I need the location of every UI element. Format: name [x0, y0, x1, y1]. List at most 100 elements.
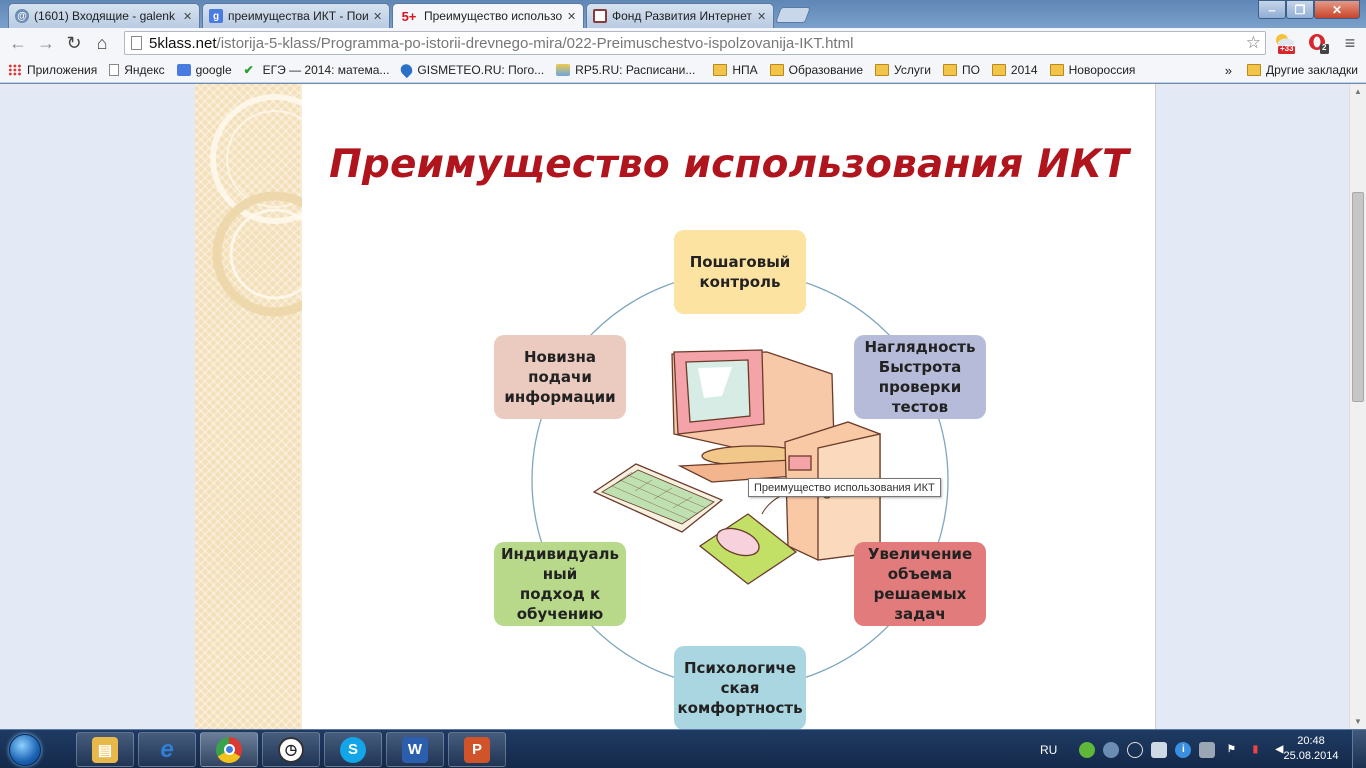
- node-novelty: Новизна подачи информации: [494, 335, 626, 419]
- folder-icon: [875, 64, 890, 76]
- clock-app-icon: ◷: [278, 736, 304, 763]
- tab-internet-fund[interactable]: Фонд Развития Интернет ✕: [586, 3, 774, 28]
- taskbar-explorer[interactable]: ▤: [76, 732, 134, 767]
- minimize-button[interactable]: ‒: [1258, 0, 1286, 19]
- node-psychological-comfort: Психологиче ская комфортность: [674, 646, 806, 729]
- bookmark-folder[interactable]: Образование: [769, 63, 864, 77]
- bookmark-item[interactable]: RP5.RU: Расписани...: [556, 63, 695, 77]
- url-path: /istorija-5-klass/Programma-po-istorii-d…: [216, 34, 854, 52]
- mail-icon: @: [15, 9, 29, 23]
- close-icon[interactable]: ✕: [567, 10, 577, 23]
- bookmark-item[interactable]: ✔ ЕГЭ — 2014: матема...: [244, 63, 390, 77]
- taskbar-chrome[interactable]: [200, 732, 258, 767]
- node-volume-increase: Увеличение объема решаемых задач: [854, 542, 986, 626]
- close-window-button[interactable]: ✕: [1314, 0, 1360, 19]
- bookmark-item[interactable]: Яндекс: [109, 63, 165, 77]
- tab-label: Преимущество использо: [424, 9, 563, 23]
- close-icon[interactable]: ✕: [183, 10, 193, 23]
- menu-icon[interactable]: ≡: [1338, 31, 1362, 55]
- close-icon[interactable]: ✕: [373, 10, 383, 23]
- folder-icon: [1247, 64, 1262, 76]
- tab-inbox[interactable]: @ (1601) Входящие - galenk ✕: [8, 3, 200, 28]
- show-desktop-button[interactable]: [1352, 730, 1366, 768]
- scrollbar-thumb[interactable]: [1352, 192, 1364, 402]
- taskbar-skype[interactable]: S: [324, 732, 382, 767]
- bookmark-label: Яндекс: [124, 63, 165, 77]
- weather-extension-icon[interactable]: +33: [1272, 31, 1296, 55]
- bookmark-label: Другие закладки: [1266, 63, 1358, 77]
- forward-button[interactable]: →: [32, 30, 60, 56]
- word-icon: W: [402, 736, 428, 763]
- page-scrollbar[interactable]: ▲ ▼: [1349, 84, 1366, 729]
- weather-drop-icon: [398, 61, 416, 79]
- url-host: 5klass.net: [149, 34, 217, 52]
- other-bookmarks[interactable]: Другие закладки: [1247, 63, 1358, 77]
- bookmark-folder[interactable]: Услуги: [875, 63, 931, 77]
- new-tab-button[interactable]: [775, 7, 811, 23]
- taskbar-word[interactable]: W: [386, 732, 444, 767]
- back-button[interactable]: ←: [4, 30, 32, 56]
- tray-sync-icon[interactable]: [1103, 741, 1120, 758]
- scroll-up-arrow-icon[interactable]: ▲: [1354, 87, 1362, 96]
- tray-flag-icon[interactable]: ⚑: [1223, 742, 1239, 758]
- slide: Преимущество использования ИКТ Пошаговый…: [302, 84, 1156, 729]
- tray-network-icon[interactable]: [1151, 741, 1168, 758]
- close-icon[interactable]: ✕: [757, 10, 767, 23]
- bookmark-label: ЕГЭ — 2014: матема...: [262, 63, 390, 77]
- bookmark-apps[interactable]: Приложения: [8, 63, 97, 77]
- bookmark-label: НПА: [732, 63, 758, 77]
- language-indicator[interactable]: RU: [1040, 743, 1057, 757]
- cycle-diagram: [531, 271, 949, 689]
- bookmark-item[interactable]: google: [176, 63, 232, 77]
- bookmark-label: Приложения: [27, 63, 98, 77]
- bookmark-item[interactable]: GISMETEO.RU: Пого...: [398, 61, 544, 79]
- browser-toolbar: ← → ↻ ⌂ 5klass.net/istorija-5-klass/Prog…: [0, 28, 1366, 58]
- taskbar-ie[interactable]: e: [138, 732, 196, 767]
- taskbar-powerpoint[interactable]: P: [448, 732, 506, 767]
- page-icon: [109, 64, 120, 76]
- decorative-rings: [210, 94, 302, 317]
- scroll-down-arrow-icon[interactable]: ▼: [1354, 717, 1362, 726]
- windows-taskbar: ▤ e ◷ S W P RU i ⚑ ▮ ◀ 20:48 25.08.2014: [0, 729, 1366, 768]
- home-button[interactable]: ⌂: [88, 30, 116, 56]
- taskbar-clock-app[interactable]: ◷: [262, 732, 320, 767]
- tab-active-slide[interactable]: 5+ Преимущество использо ✕: [392, 3, 584, 28]
- bookmark-folder[interactable]: 2014: [991, 63, 1038, 77]
- bookmark-label: google: [195, 63, 232, 77]
- node-visibility-speed: Наглядность Быстрота проверки тестов: [854, 335, 986, 419]
- bookmark-label: Образование: [788, 63, 864, 77]
- tray-printer-icon[interactable]: [1199, 741, 1216, 758]
- bookmark-folder[interactable]: ПО: [942, 63, 980, 77]
- bookmarks-bar: Приложения Яндекс google ✔ ЕГЭ — 2014: м…: [0, 58, 1366, 83]
- slide-decoration: [195, 84, 302, 729]
- address-bar[interactable]: 5klass.net/istorija-5-klass/Programma-po…: [124, 31, 1266, 55]
- bookmark-folder[interactable]: Новороссия: [1049, 63, 1136, 77]
- folder-icon: [1049, 64, 1064, 76]
- node-individual-approach: Индивидуаль ный подход к обучению: [494, 542, 626, 626]
- rp5-icon: [556, 64, 571, 76]
- reload-button[interactable]: ↻: [60, 30, 88, 56]
- tray-info-icon[interactable]: i: [1175, 741, 1192, 758]
- 5plus-icon: 5+: [401, 8, 417, 24]
- google-icon: [176, 64, 191, 76]
- bookmark-label: Новороссия: [1068, 63, 1136, 77]
- tab-google-search[interactable]: g преимущества ИКТ - Пои ✕: [202, 3, 390, 28]
- clock-time: 20:48: [1297, 735, 1325, 747]
- folder-icon: [991, 64, 1006, 76]
- bookmark-folder[interactable]: НПА: [713, 63, 758, 77]
- clock-date: 25.08.2014: [1283, 750, 1339, 762]
- google-icon: g: [209, 9, 223, 23]
- start-button[interactable]: [4, 730, 46, 768]
- maximize-button[interactable]: ❐: [1286, 0, 1314, 19]
- folder-icon: [942, 64, 957, 76]
- bookmarks-more-button[interactable]: »: [1225, 63, 1232, 78]
- tray-app-icon[interactable]: [1079, 741, 1096, 758]
- opera-extension-icon[interactable]: 2: [1306, 31, 1330, 55]
- tab-label: преимущества ИКТ - Пои: [228, 9, 369, 23]
- node-step-control: Пошаговый контроль: [674, 230, 806, 314]
- bookmark-star-icon[interactable]: ☆: [1246, 33, 1261, 53]
- system-clock[interactable]: 20:48 25.08.2014: [1280, 734, 1342, 764]
- tray-clock-icon[interactable]: [1127, 741, 1144, 758]
- explorer-icon: ▤: [92, 736, 118, 763]
- tray-antivirus-icon[interactable]: ▮: [1247, 742, 1263, 758]
